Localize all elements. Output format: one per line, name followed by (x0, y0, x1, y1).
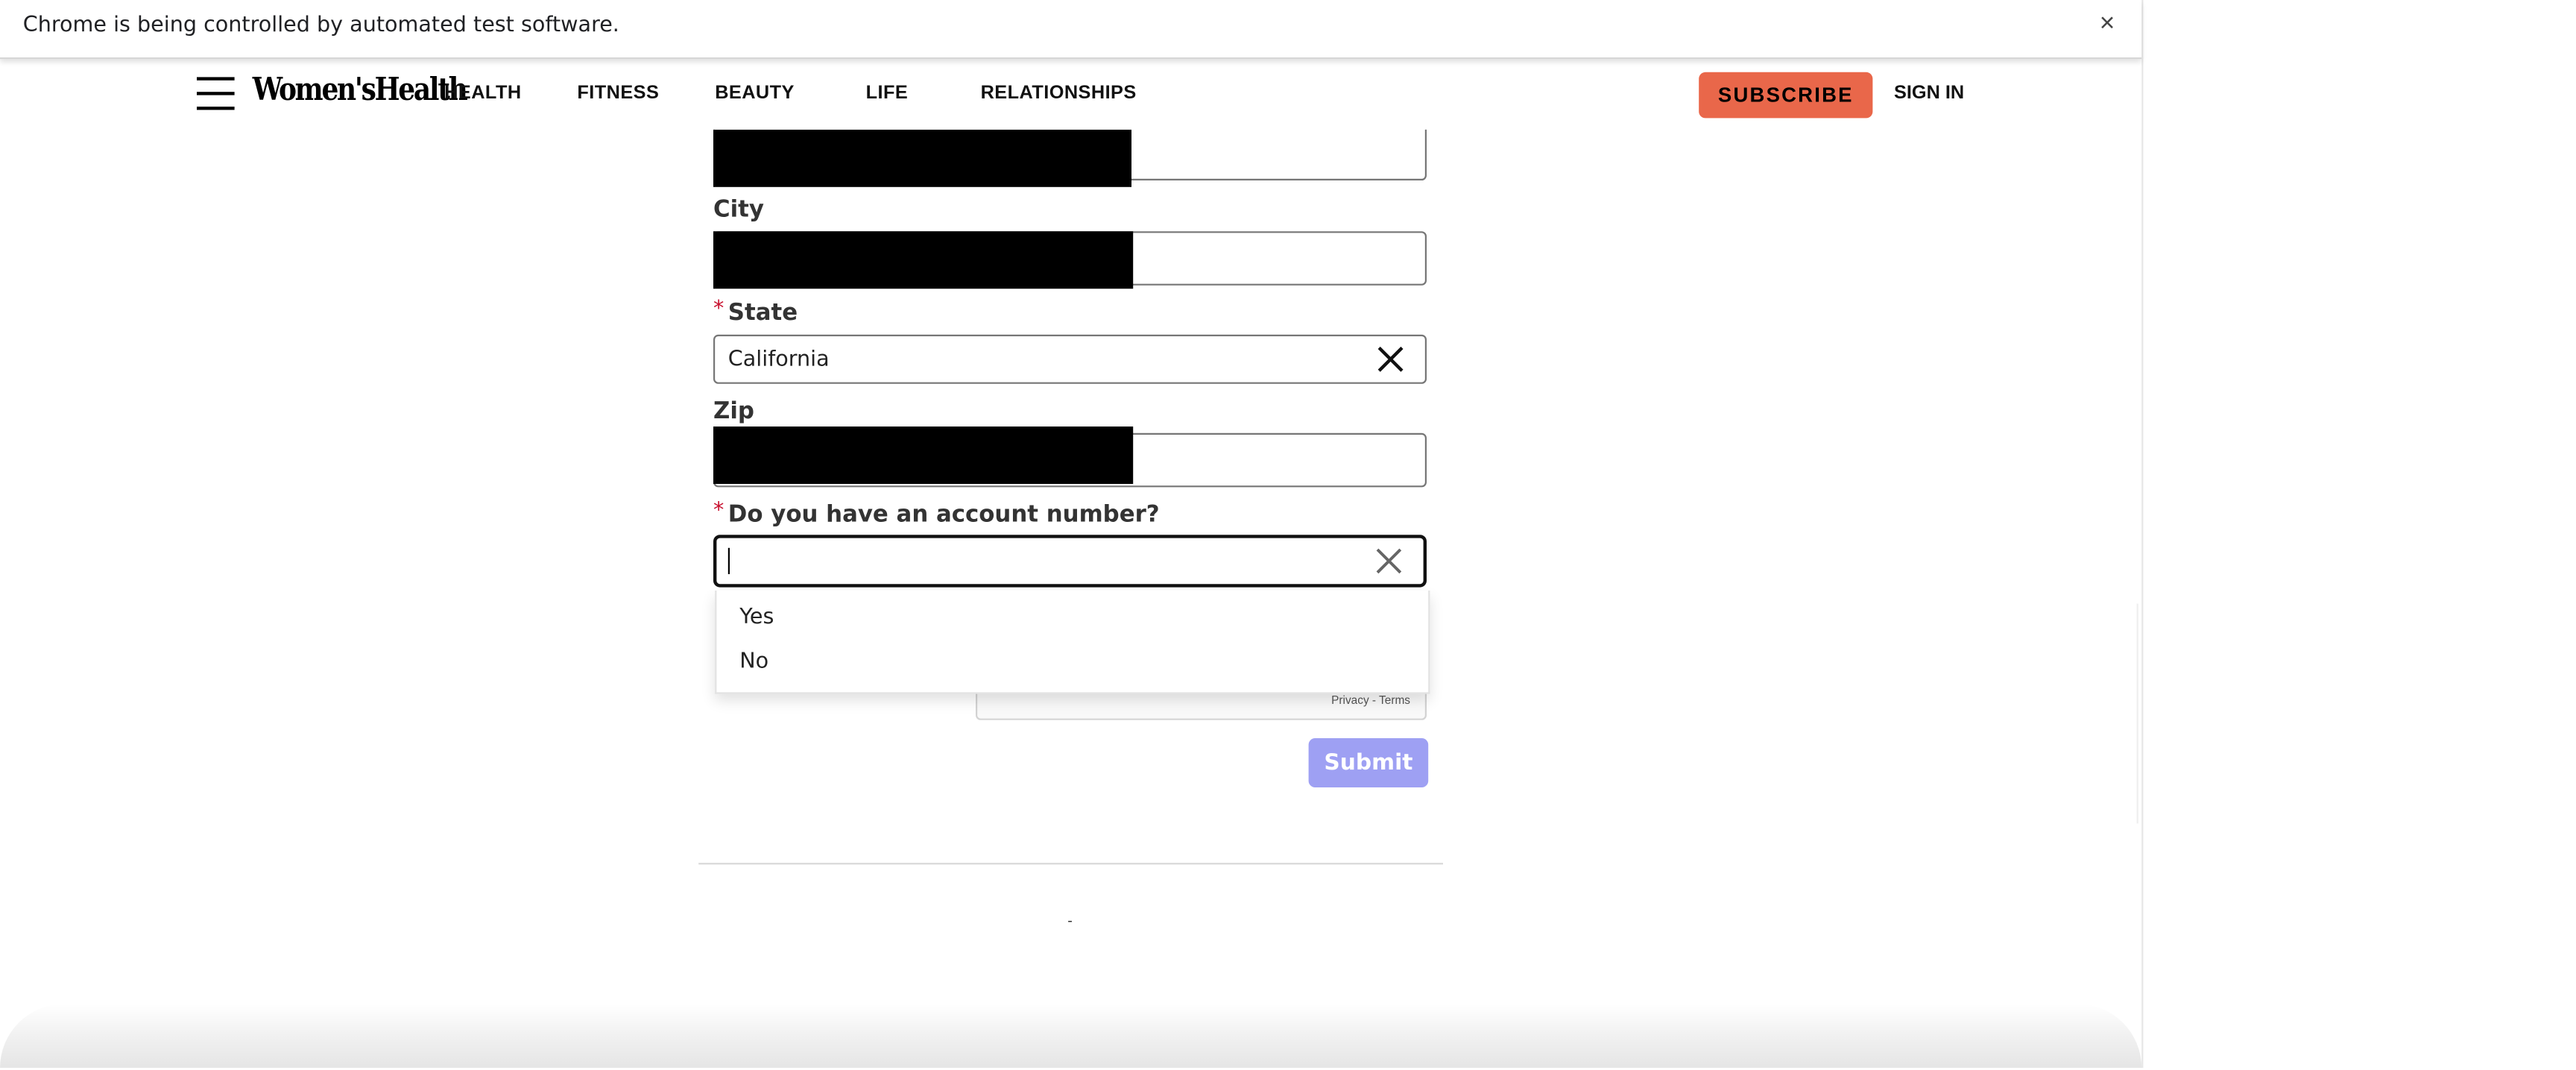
required-marker: * (713, 498, 724, 523)
zip-label: Zip (713, 398, 754, 425)
menu-icon[interactable] (197, 75, 235, 110)
site-logo[interactable]: Women'sHealth (253, 72, 468, 108)
option-no[interactable]: No (739, 649, 768, 674)
divider (698, 863, 1443, 865)
clear-account-icon[interactable] (1374, 547, 1404, 576)
footer-dash: - (1067, 912, 1073, 929)
account-number-label: Do you have an account number? (727, 502, 1160, 529)
automation-infobar: Chrome is being controlled by automated … (0, 0, 2142, 60)
submit-button[interactable]: Submit (1308, 738, 1429, 787)
redacted-block (713, 129, 1131, 187)
recaptcha-links[interactable]: Privacy - Terms (1331, 696, 1410, 707)
sign-in-link[interactable]: SIGN IN (1894, 84, 1964, 103)
redacted-block (713, 231, 1134, 289)
site-header: Women'sHealth HEALTH FITNESS BEAUTY LIFE… (0, 59, 2142, 130)
bottom-overlay-shadow (0, 1004, 2142, 1069)
nav-health[interactable]: HEALTH (444, 84, 521, 103)
nav-fitness[interactable]: FITNESS (577, 84, 659, 103)
infobar-message: Chrome is being controlled by automated … (22, 13, 619, 38)
account-options-dropdown: Yes No (715, 591, 1430, 694)
infobar-close-icon[interactable]: × (2092, 10, 2122, 40)
nav-beauty[interactable]: BEAUTY (715, 84, 795, 103)
side-panel-edge (2136, 603, 2138, 824)
option-yes[interactable]: Yes (739, 605, 774, 630)
nav-relationships[interactable]: RELATIONSHIPS (981, 84, 1137, 103)
state-value: California (727, 347, 830, 373)
nav-life[interactable]: LIFE (866, 84, 909, 103)
clear-state-icon[interactable] (1376, 344, 1406, 374)
state-select[interactable]: California (713, 334, 1427, 384)
subscribe-button[interactable]: SUBSCRIBE (1699, 72, 1873, 119)
state-label: State (727, 300, 798, 327)
redacted-block (713, 427, 1134, 484)
viewport-edge (2141, 0, 2144, 1069)
text-cursor (727, 547, 730, 574)
required-marker: * (713, 297, 724, 322)
account-number-select[interactable] (713, 535, 1427, 588)
city-label: City (713, 197, 764, 224)
